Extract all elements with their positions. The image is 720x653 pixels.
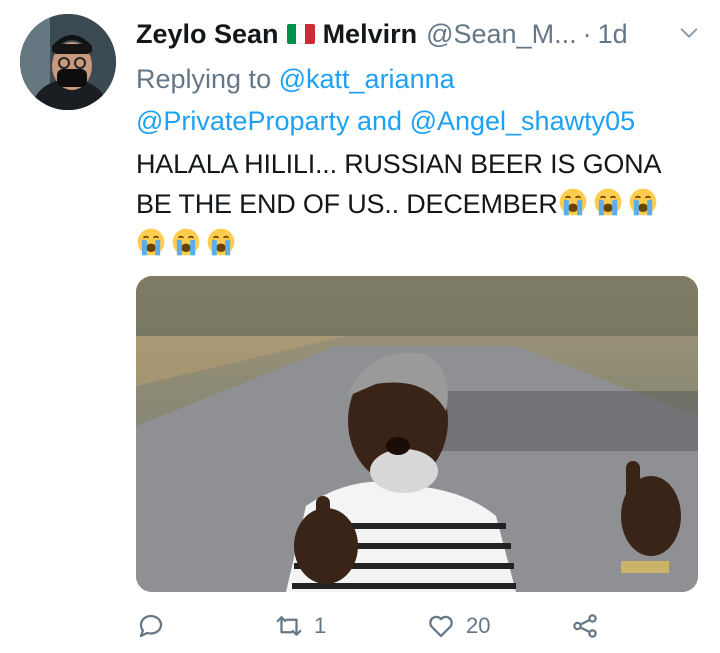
- avatar[interactable]: [20, 14, 116, 110]
- italy-flag-icon: [286, 24, 315, 44]
- reply-button[interactable]: [136, 606, 176, 646]
- crying-face-icon: [629, 188, 657, 216]
- tweet-actions: 1 20: [136, 606, 606, 646]
- chevron-down-icon[interactable]: [678, 22, 700, 44]
- avatar-image: [20, 14, 116, 110]
- crying-face-icon: [172, 228, 200, 256]
- separator: ·: [582, 18, 592, 49]
- photo-image: [136, 276, 698, 592]
- author-handle[interactable]: @Sean_M...: [426, 19, 576, 50]
- tweet-text: HALALA HILILI... RUSSIAN BEER IS GONA BE…: [136, 144, 696, 264]
- crying-face-icon: [594, 188, 622, 216]
- mention-link[interactable]: @PrivateProparty: [136, 106, 349, 136]
- mention-link[interactable]: @Angel_shawty05: [410, 106, 636, 136]
- timestamp[interactable]: 1d: [598, 19, 628, 50]
- comment-icon: [139, 614, 163, 638]
- author-name[interactable]: Zeylo Sean Melvirn: [136, 19, 417, 50]
- crying-face-icon: [559, 188, 587, 216]
- mention-and: and: [357, 106, 403, 136]
- like-button[interactable]: 20: [426, 606, 490, 646]
- retweet-button[interactable]: 1: [274, 606, 326, 646]
- crying-face-icon: [137, 228, 165, 256]
- retweet-icon: [276, 616, 302, 636]
- tweet-header: Zeylo Sean Melvirn @Sean_M... · 1d: [136, 14, 700, 54]
- mention-link[interactable]: @katt_arianna: [279, 64, 455, 94]
- tweet-photo[interactable]: [136, 276, 698, 592]
- share-icon: [573, 614, 597, 638]
- replying-to: Replying to @katt_arianna @PrivatePropar…: [136, 64, 636, 136]
- share-button[interactable]: [570, 606, 600, 646]
- crying-face-icon: [207, 228, 235, 256]
- heart-icon: [429, 615, 453, 638]
